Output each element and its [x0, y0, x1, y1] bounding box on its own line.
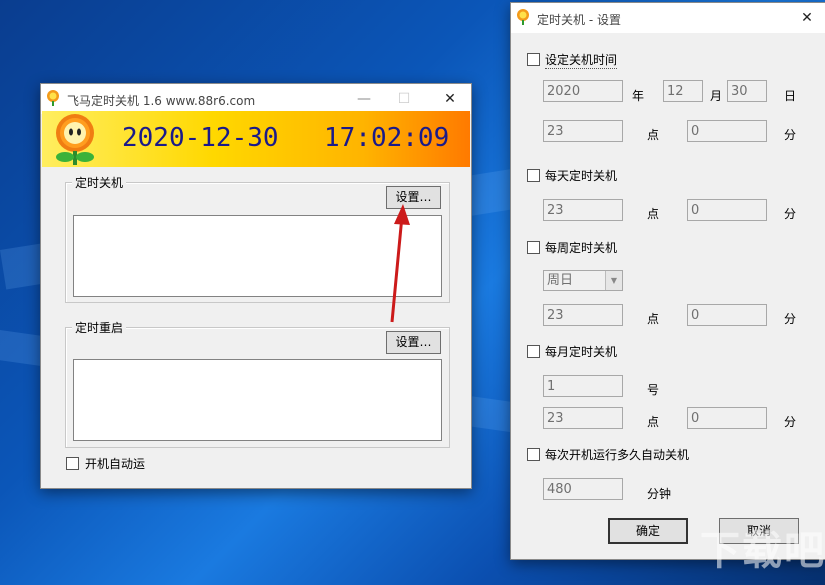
set-time-label: 设定关机时间	[545, 53, 618, 69]
restart-group-label: 定时重启	[72, 319, 127, 336]
month-input[interactable]: 12	[663, 80, 703, 102]
after-boot-label: 每次开机运行多久自动关机	[545, 448, 690, 462]
hour-unit: 点	[647, 207, 660, 221]
date-display: 2020-12-30	[122, 123, 279, 153]
after-boot-minutes-input[interactable]: 480	[543, 478, 623, 500]
set-time-hour-input[interactable]: 23	[543, 120, 623, 142]
daily-label: 每天定时关机	[545, 169, 618, 183]
settings-window-title: 定时关机 - 设置	[537, 13, 621, 27]
settings-window: 定时关机 - 设置 ✕ 设定关机时间 2020 年 12 月 30 日 23 点…	[510, 2, 825, 560]
chevron-down-icon[interactable]: ▼	[605, 271, 622, 290]
year-unit: 年	[632, 89, 645, 103]
monthly-day-unit: 号	[647, 383, 660, 397]
restart-list[interactable]	[73, 359, 442, 441]
set-time-checkbox[interactable]	[527, 53, 540, 66]
after-boot-unit: 分钟	[647, 487, 672, 501]
weekly-label: 每周定时关机	[545, 241, 618, 255]
day-input[interactable]: 30	[727, 80, 767, 102]
minute-unit: 分	[784, 312, 797, 326]
close-icon[interactable]: ✕	[427, 84, 473, 114]
month-unit: 月	[710, 89, 723, 103]
minute-unit: 分	[784, 415, 797, 429]
monthly-label: 每月定时关机	[545, 345, 618, 359]
monthly-checkbox[interactable]	[527, 345, 540, 358]
main-window-title: 飞马定时关机 1.6 www.88r6.com	[67, 94, 256, 108]
flower-app-icon	[47, 90, 59, 106]
watermark-logo: 下载吧	[700, 528, 825, 574]
ok-button[interactable]: 确定	[608, 518, 688, 544]
set-time-minute-input[interactable]: 0	[687, 120, 767, 142]
red-arrow-annotation	[390, 204, 410, 323]
weekly-day-select[interactable]: 周日 ▼	[543, 270, 623, 291]
shutdown-group-label: 定时关机	[72, 174, 127, 191]
flower-mascot-icon	[56, 114, 94, 165]
restart-settings-button[interactable]: 设置…	[386, 331, 441, 354]
hour-unit: 点	[647, 312, 660, 326]
daily-hour-input[interactable]: 23	[543, 199, 623, 221]
hour-unit: 点	[647, 415, 660, 429]
daily-checkbox[interactable]	[527, 169, 540, 182]
minute-unit: 分	[784, 207, 797, 221]
monthly-day-input[interactable]: 1	[543, 375, 623, 397]
autostart-checkbox[interactable]	[66, 457, 79, 470]
weekly-hour-input[interactable]: 23	[543, 304, 623, 326]
monthly-minute-input[interactable]: 0	[687, 407, 767, 429]
day-unit: 日	[784, 89, 797, 103]
weekly-minute-input[interactable]: 0	[687, 304, 767, 326]
monthly-hour-input[interactable]: 23	[543, 407, 623, 429]
main-titlebar[interactable]: 飞马定时关机 1.6 www.88r6.com — ☐ ✕	[41, 84, 471, 114]
year-input[interactable]: 2020	[543, 80, 623, 102]
close-icon[interactable]: ✕	[785, 3, 825, 33]
maximize-icon[interactable]: ☐	[381, 84, 427, 114]
time-display: 17:02:09	[324, 123, 450, 153]
hour-unit: 点	[647, 128, 660, 142]
clock-banner: 2020-12-30 17:02:09	[42, 111, 470, 167]
daily-minute-input[interactable]: 0	[687, 199, 767, 221]
autostart-label: 开机自动运	[85, 457, 146, 471]
settings-titlebar[interactable]: 定时关机 - 设置 ✕	[511, 3, 825, 33]
weekly-checkbox[interactable]	[527, 241, 540, 254]
weekly-day-value: 周日	[547, 273, 574, 288]
flower-app-icon	[517, 9, 529, 25]
minute-unit: 分	[784, 128, 797, 142]
after-boot-checkbox[interactable]	[527, 448, 540, 461]
